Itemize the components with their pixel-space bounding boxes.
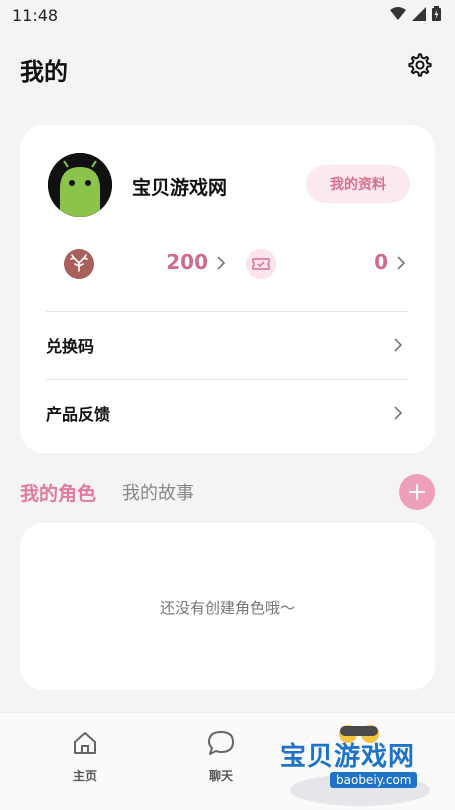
watermark-url: baobeiy.com	[330, 772, 418, 788]
watermark-text: 宝贝游戏网	[280, 742, 416, 772]
username: 宝贝游戏网	[132, 177, 228, 199]
watermark: 宝贝游戏网 baobeiy.com	[270, 712, 455, 809]
role-tabs: 我的角色 我的故事	[20, 474, 435, 510]
profile-card: 宝贝游戏网 我的资料 200 0 兑换码 产品反馈	[20, 125, 435, 453]
gear-icon[interactable]	[407, 52, 433, 78]
chevron-right-icon	[217, 256, 226, 270]
tab-my-stories[interactable]: 我的故事	[122, 479, 194, 505]
coins-value: 200	[166, 250, 208, 274]
redeem-code-label: 兑换码	[46, 337, 95, 356]
nav-chat-label: 聊天	[208, 769, 233, 783]
signal-icon	[412, 6, 426, 21]
divider	[46, 311, 409, 312]
roles-card: 还没有创建角色哦～	[20, 523, 435, 690]
chevron-right-icon	[394, 338, 403, 352]
plus-icon	[409, 484, 425, 500]
tab-my-roles[interactable]: 我的角色	[20, 479, 96, 506]
redeem-code-row[interactable]: 兑换码	[46, 317, 409, 373]
feedback-label: 产品反馈	[46, 405, 111, 424]
chevron-right-icon	[394, 406, 403, 420]
divider	[46, 379, 409, 380]
nav-home[interactable]: 主页	[45, 729, 125, 789]
tickets-value: 0	[374, 250, 388, 274]
chat-bubble-icon	[208, 731, 234, 755]
feedback-row[interactable]: 产品反馈	[46, 385, 409, 441]
nav-home-label: 主页	[72, 769, 97, 783]
status-icons	[390, 6, 441, 21]
page-title: 我的	[20, 58, 68, 86]
empty-state-text: 还没有创建角色哦～	[159, 599, 295, 617]
android-avatar-icon	[48, 153, 112, 217]
chevron-right-icon	[397, 256, 406, 270]
antler-coin-icon	[64, 249, 94, 279]
coins-stat[interactable]: 200	[64, 247, 226, 281]
status-bar: 11:48	[0, 0, 455, 32]
header: 我的	[0, 32, 455, 102]
home-icon	[74, 732, 96, 754]
wifi-icon	[390, 6, 406, 20]
my-profile-button[interactable]: 我的资料	[306, 165, 410, 203]
status-time: 11:48	[12, 6, 59, 25]
tickets-stat[interactable]: 0	[246, 247, 406, 281]
nav-chat[interactable]: 聊天	[181, 729, 261, 789]
ticket-icon	[246, 249, 276, 279]
avatar[interactable]	[48, 153, 112, 217]
add-role-button[interactable]	[399, 474, 435, 510]
battery-icon	[432, 6, 441, 21]
